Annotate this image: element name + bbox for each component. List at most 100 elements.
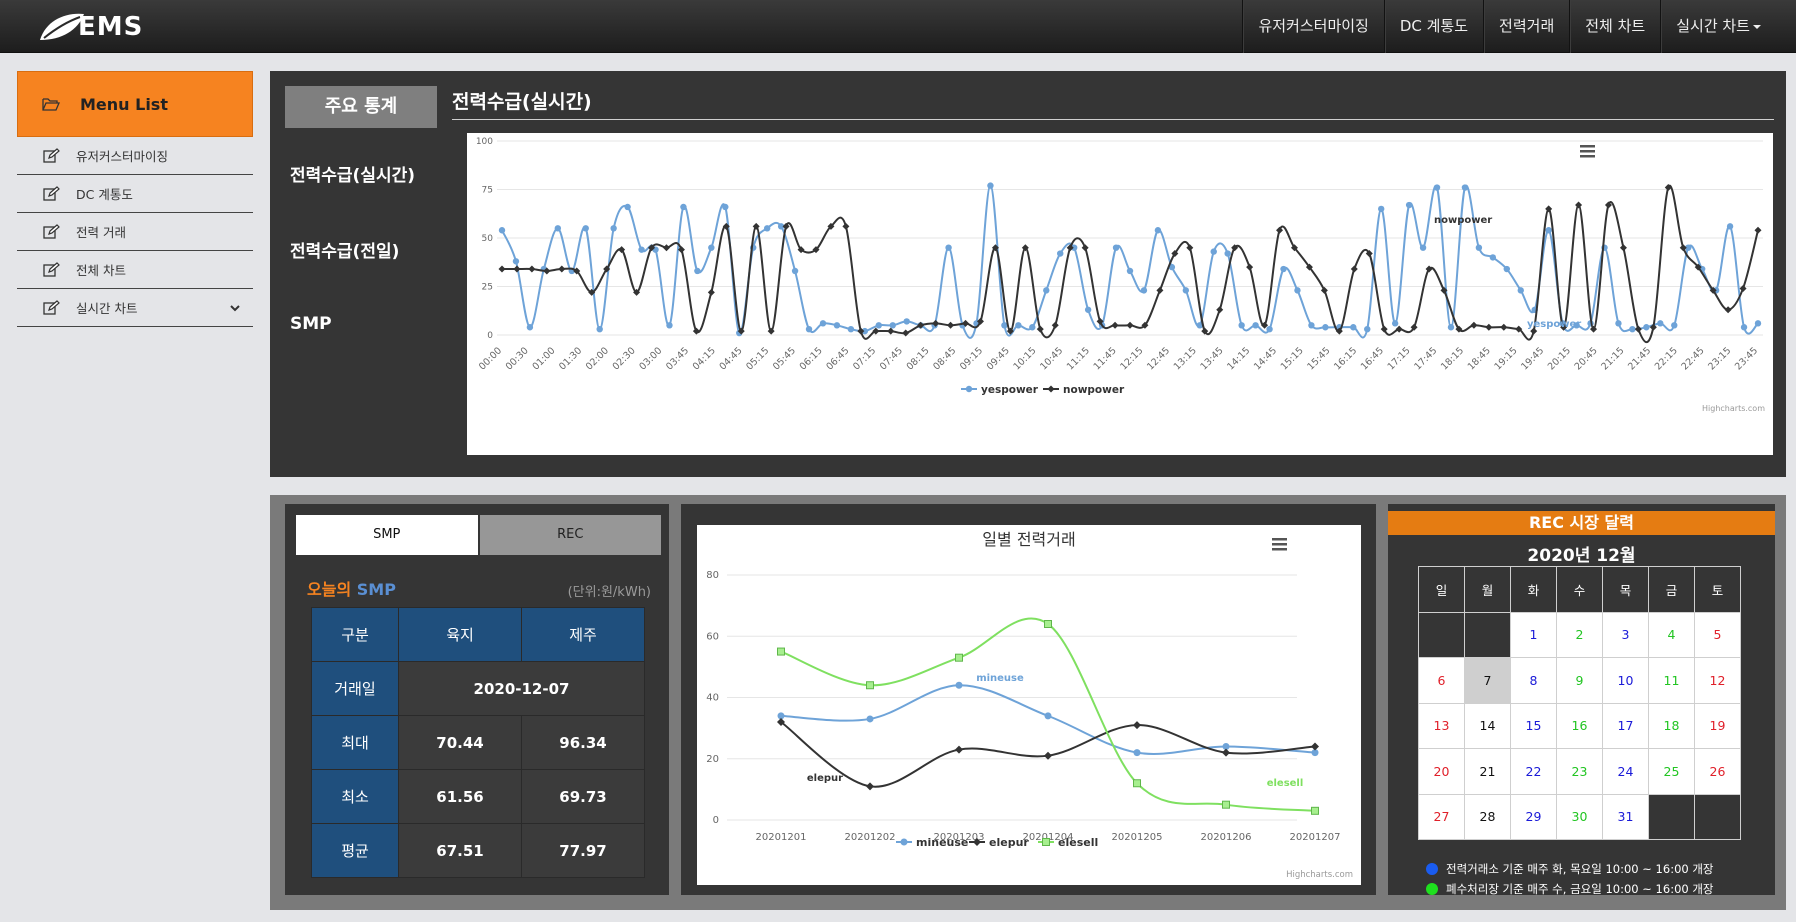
calendar-day[interactable]: 26	[1694, 748, 1741, 795]
y-tick-label: 0	[487, 331, 493, 341]
nowpower-point	[1575, 201, 1583, 209]
yespower-point	[1015, 322, 1022, 329]
calendar-day[interactable]: 10	[1602, 657, 1649, 704]
mineuse-point	[1133, 749, 1141, 757]
calendar-day[interactable]: 19	[1694, 702, 1741, 749]
edit-icon	[43, 186, 60, 201]
yespower-point	[694, 267, 701, 275]
x-tick-label: 18:15	[1439, 345, 1466, 372]
yespower-point	[1419, 244, 1427, 251]
calendar-day[interactable]: 16	[1556, 702, 1603, 749]
menu-icon[interactable]	[1272, 538, 1287, 551]
tab-rec[interactable]: REC	[479, 515, 661, 555]
row-label: 최소	[311, 769, 399, 824]
link-realtime-supply[interactable]: 전력수급(실시간)	[290, 161, 415, 186]
yespower-point	[680, 203, 687, 211]
trade-date-cell: 2020-12-07	[398, 661, 645, 716]
calendar-day[interactable]: 11	[1648, 657, 1695, 704]
yespower-point	[1447, 324, 1455, 331]
calendar-day[interactable]: 25	[1648, 748, 1695, 795]
calendar-day[interactable]: 13	[1418, 702, 1465, 749]
calendar-day[interactable]: 4	[1648, 611, 1695, 658]
calendar-day[interactable]: 27	[1418, 793, 1465, 840]
calendar-week-row: 6 7 8 9 10 11 12	[1418, 657, 1741, 704]
calendar-day[interactable]: 1	[1510, 611, 1557, 658]
yespower-point	[1224, 250, 1231, 257]
calendar-empty-cell	[1464, 611, 1511, 658]
calendar-day[interactable]: 18	[1648, 702, 1695, 749]
yespower-point	[666, 322, 673, 329]
sidebar-item-user-customizing[interactable]: 유저커스터마이징	[17, 137, 253, 175]
tab-smp[interactable]: SMP	[296, 515, 478, 555]
calendar-day[interactable]: 20	[1418, 748, 1465, 795]
calendar-day[interactable]: 5	[1694, 611, 1741, 658]
calendar-day[interactable]: 15	[1510, 702, 1557, 749]
legend-dot-icon	[1426, 883, 1438, 895]
menu-icon[interactable]	[1580, 145, 1595, 158]
yespower-point	[847, 325, 855, 333]
calendar-day[interactable]: 12	[1694, 657, 1741, 704]
nowpower-point	[902, 329, 910, 337]
calendar-day[interactable]: 21	[1464, 748, 1511, 795]
calendar-day[interactable]: 8	[1510, 657, 1557, 704]
calendar-day[interactable]: 9	[1556, 657, 1603, 704]
x-tick-label: 16:45	[1359, 345, 1386, 372]
yespower-point	[1112, 244, 1120, 251]
nav-user-customizing[interactable]: 유저커스터마이징	[1242, 0, 1383, 53]
elepur-point	[1311, 742, 1319, 751]
sidebar-item-all-charts[interactable]: 전체 차트	[17, 251, 253, 289]
nowpower-point	[1485, 323, 1493, 331]
elesell-label: elesell	[1267, 778, 1304, 789]
calendar-day[interactable]: 14	[1464, 702, 1511, 749]
calendar-day[interactable]: 30	[1556, 793, 1603, 840]
table-row: 평균 67.51 77.97	[311, 823, 645, 878]
x-tick-label: 20:15	[1546, 345, 1573, 372]
calendar-day[interactable]: 17	[1602, 702, 1649, 749]
legend-label: nowpower	[1063, 384, 1125, 396]
calendar-title: REC 시장 달력	[1388, 511, 1775, 535]
tab-main-stats[interactable]: 주요 통계	[285, 86, 437, 128]
ems-logo[interactable]: EMS	[38, 10, 148, 44]
legend-label: elesell	[1058, 836, 1098, 849]
calendar-day[interactable]: 3	[1602, 611, 1649, 658]
realtime-supply-chart: 0 25 50 75 100 00:00 00:30 01:00 01:30 02:00 02:30…	[467, 133, 1773, 455]
yespower-point	[1629, 325, 1636, 333]
nav-power-trading[interactable]: 전력거래	[1483, 0, 1569, 53]
nav-dc-diagram[interactable]: DC 계통도	[1383, 0, 1483, 53]
y-tick-label: 50	[482, 234, 494, 244]
nav-all-charts[interactable]: 전체 차트	[1569, 0, 1660, 53]
calendar-day[interactable]: 2	[1556, 611, 1603, 658]
sidebar-item-realtime-chart[interactable]: 실시간 차트	[17, 289, 253, 327]
calendar-week-row: 27 28 29 30 31	[1418, 793, 1741, 840]
nowpower-point	[1425, 265, 1433, 273]
menu-list-header[interactable]: Menu List	[17, 71, 253, 137]
link-yesterday-supply[interactable]: 전력수급(전일)	[290, 237, 399, 262]
y-tick-label: 75	[482, 186, 493, 196]
link-smp[interactable]: SMP	[290, 314, 332, 334]
calendar-empty-cell	[1418, 611, 1465, 658]
calendar-day[interactable]: 31	[1602, 793, 1649, 840]
nowpower-point	[1380, 325, 1388, 333]
calendar-day[interactable]: 28	[1464, 793, 1511, 840]
calendar-day[interactable]: 29	[1510, 793, 1557, 840]
x-tick-label: 20:45	[1573, 345, 1600, 372]
smp-unit-label: (단위:원/kWh)	[567, 585, 651, 600]
nowpower-point	[842, 222, 850, 230]
sidebar-item-dc-diagram[interactable]: DC 계통도	[17, 175, 253, 213]
x-tick-label: 16:15	[1332, 345, 1359, 372]
calendar-day[interactable]: 23	[1556, 748, 1603, 795]
x-tick-label: 15:45	[1305, 345, 1332, 372]
nowpower-point	[1395, 325, 1403, 333]
yespower-point	[526, 324, 534, 331]
nav-realtime-chart-dropdown[interactable]: 실시간 차트	[1660, 0, 1776, 53]
weekday-header: 수	[1556, 566, 1603, 613]
x-tick-label: 04:15	[691, 345, 718, 372]
calendar-day[interactable]: 6	[1418, 657, 1465, 704]
calendar-day[interactable]: 24	[1602, 748, 1649, 795]
calendar-day[interactable]: 22	[1510, 748, 1557, 795]
sidebar-item-power-trading[interactable]: 전력 거래	[17, 213, 253, 251]
menu-bar	[1580, 145, 1595, 148]
weekday-header: 목	[1602, 566, 1649, 613]
x-tick-label: 23:15	[1706, 345, 1733, 372]
calendar-day[interactable]: 7	[1464, 657, 1511, 704]
